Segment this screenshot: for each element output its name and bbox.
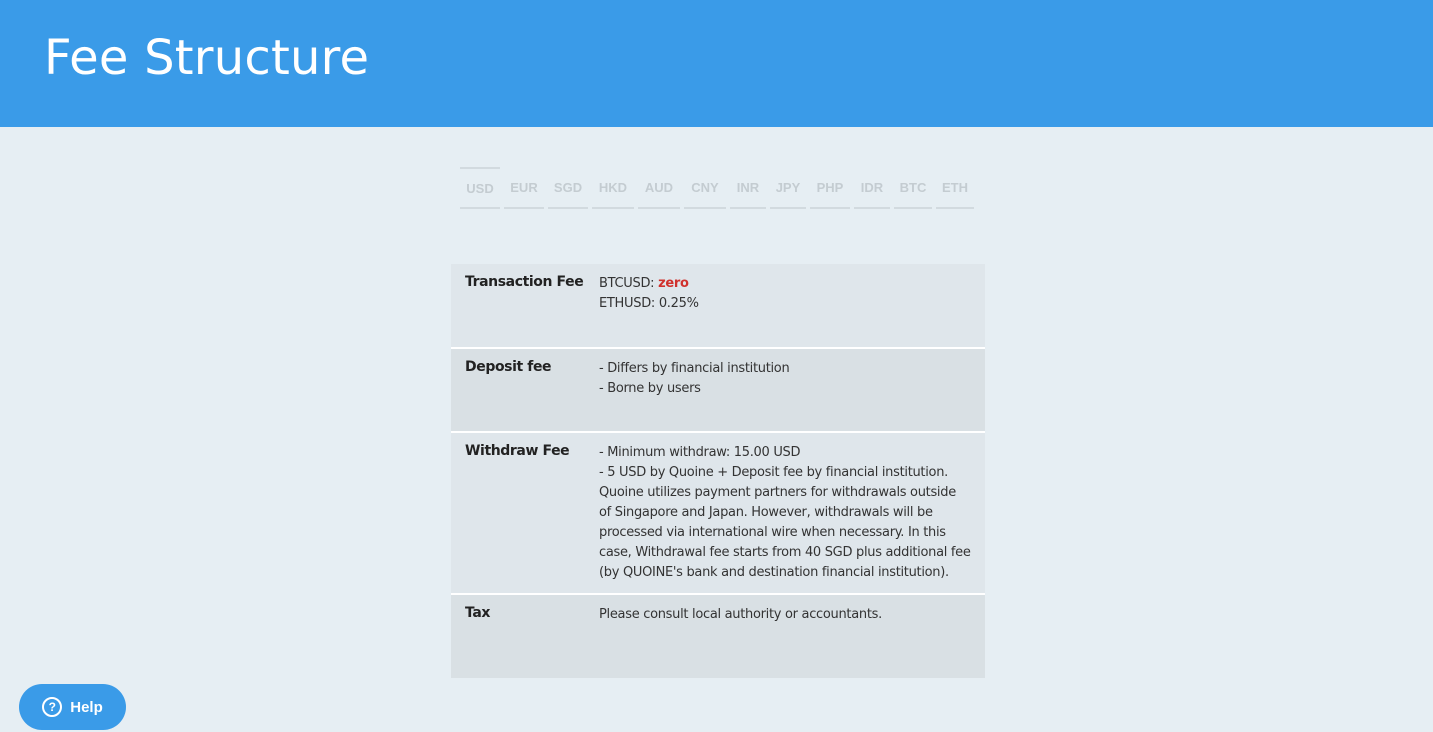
tab-cny[interactable]: CNY xyxy=(684,167,726,209)
tab-inr[interactable]: INR xyxy=(730,167,766,209)
fee-row-tax: Tax Please consult local authority or ac… xyxy=(451,594,985,678)
tab-idr[interactable]: IDR xyxy=(854,167,890,209)
page-header: Fee Structure xyxy=(0,0,1433,127)
fee-value-withdraw: - Minimum withdraw: 15.00 USD - 5 USD by… xyxy=(599,432,985,594)
fee-label-transaction: Transaction Fee xyxy=(465,274,584,290)
fee-row-withdraw: Withdraw Fee - Minimum withdraw: 15.00 U… xyxy=(451,432,985,594)
tab-eth[interactable]: ETH xyxy=(936,167,974,209)
btcusd-prefix: BTCUSD: xyxy=(599,276,659,291)
withdraw-minimum: - Minimum withdraw: 15.00 USD xyxy=(599,445,801,460)
tab-sgd[interactable]: SGD xyxy=(548,167,588,209)
fee-value-deposit: - Differs by financial institution - Bor… xyxy=(599,348,985,432)
tab-php[interactable]: PHP xyxy=(810,167,850,209)
withdraw-details: - 5 USD by Quoine + Deposit fee by finan… xyxy=(599,465,971,580)
currency-tabs: USD EUR SGD HKD AUD CNY INR JPY PHP IDR … xyxy=(460,167,980,209)
deposit-line: - Borne by users xyxy=(599,381,701,396)
deposit-line: - Differs by financial institution xyxy=(599,361,790,376)
btcusd-line: BTCUSD: zero xyxy=(599,274,971,294)
btcusd-zero-value: zero xyxy=(658,276,689,291)
page-title: Fee Structure xyxy=(44,30,370,86)
fee-label-tax: Tax xyxy=(465,605,491,621)
fee-row-transaction: Transaction Fee BTCUSD: zero ETHUSD: 0.2… xyxy=(451,264,985,348)
fee-label-withdraw: Withdraw Fee xyxy=(465,443,570,459)
fee-label-deposit: Deposit fee xyxy=(465,359,552,375)
tab-btc[interactable]: BTC xyxy=(894,167,932,209)
ethusd-line: ETHUSD: 0.25% xyxy=(599,296,699,311)
help-button[interactable]: ? Help xyxy=(19,684,126,730)
fee-value-transaction: BTCUSD: zero ETHUSD: 0.25% xyxy=(599,264,985,348)
tab-usd[interactable]: USD xyxy=(460,167,500,209)
tab-jpy[interactable]: JPY xyxy=(770,167,806,209)
tab-eur[interactable]: EUR xyxy=(504,167,544,209)
tab-aud[interactable]: AUD xyxy=(638,167,680,209)
tab-hkd[interactable]: HKD xyxy=(592,167,634,209)
tax-text: Please consult local authority or accoun… xyxy=(599,607,882,622)
fee-value-tax: Please consult local authority or accoun… xyxy=(599,594,985,678)
help-label: Help xyxy=(70,698,103,716)
fee-row-deposit: Deposit fee - Differs by financial insti… xyxy=(451,348,985,432)
question-circle-icon: ? xyxy=(42,697,63,717)
fee-table: Transaction Fee BTCUSD: zero ETHUSD: 0.2… xyxy=(451,264,985,678)
